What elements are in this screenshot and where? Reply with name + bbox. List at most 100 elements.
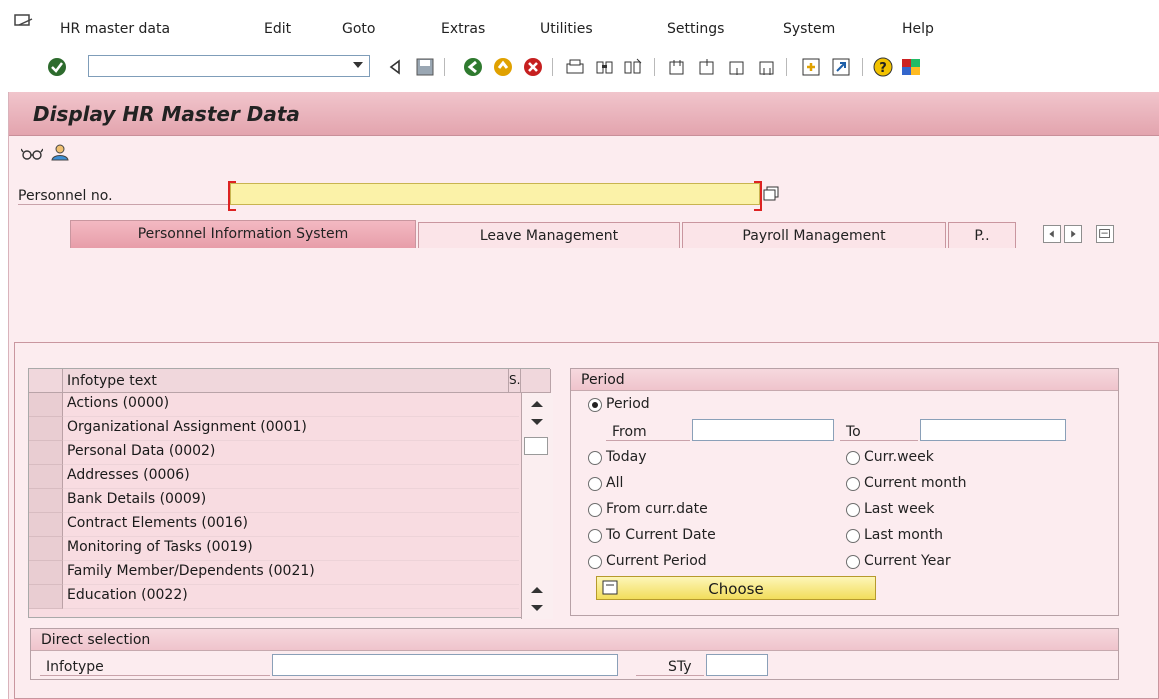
radio-current-month[interactable] [846,477,860,491]
row-selector[interactable] [29,465,63,489]
page-title: Display HR Master Data [33,102,300,126]
row-selector[interactable] [29,393,63,417]
radio-current-period[interactable] [588,555,602,569]
menu-help[interactable]: Help [902,21,934,37]
radio-last-month[interactable] [846,529,860,543]
tab-payroll-management[interactable]: Payroll Management [682,222,946,248]
tab-label: Personnel Information System [137,226,349,242]
row-selector[interactable] [29,585,63,609]
table-row[interactable]: Actions (0000) [63,393,519,417]
tab-more[interactable]: P.. [948,222,1016,248]
column-header-infotype-text[interactable]: Infotype text [63,369,509,393]
next-page-icon[interactable] [726,56,748,78]
subtype-label: STy [668,659,692,675]
scroll-down-icon[interactable] [531,419,543,425]
customize-layout-icon[interactable] [900,56,922,78]
scroll-thumb[interactable] [524,437,548,455]
application-toolbar [9,136,1159,170]
row-selector[interactable] [29,561,63,585]
table-row[interactable]: Addresses (0006) [63,465,519,489]
chevron-down-icon[interactable] [353,62,363,68]
table-row[interactable]: Family Member/Dependents (0021) [63,561,519,585]
shortcut-icon[interactable] [830,56,852,78]
column-settings-header[interactable] [521,369,551,393]
collapse-toolbar-icon[interactable] [384,56,406,78]
tab-scroll-right-icon[interactable] [1064,225,1082,243]
menu-edit[interactable]: Edit [264,21,291,37]
toolbar-separator [654,58,655,76]
to-label: To [846,424,861,440]
label-underline [636,675,704,676]
toolbar-separator [786,58,787,76]
radio-from-curr-date-label: From curr.date [606,501,708,517]
table-row[interactable]: Organizational Assignment (0001) [63,417,519,441]
find-next-icon[interactable] [622,56,644,78]
radio-current-year[interactable] [846,555,860,569]
tab-personnel-information-system[interactable]: Personnel Information System [70,220,416,248]
menu-icon[interactable] [14,14,34,30]
table-row[interactable]: Education (0022) [63,585,519,609]
table-row[interactable]: Personal Data (0002) [63,441,519,465]
menu-settings[interactable]: Settings [667,21,724,37]
menu-utilities[interactable]: Utilities [540,21,593,37]
label-underline [606,440,690,441]
radio-to-current-date-label: To Current Date [606,527,716,543]
menu-system[interactable]: System [783,21,835,37]
scroll-up-icon[interactable] [531,401,543,407]
infotype-input[interactable] [272,654,618,676]
menu-hr-master-data[interactable]: HR master data [60,21,170,37]
display-glasses-icon[interactable] [21,146,43,162]
label-underline [18,204,230,205]
table-scrollbar[interactable] [521,393,553,619]
choose-icon [602,580,618,595]
menu-goto[interactable]: Goto [342,21,375,37]
row-selector[interactable] [29,513,63,537]
page-down-icon[interactable] [531,605,543,611]
command-field[interactable] [88,55,370,77]
enter-checkmark-icon[interactable] [46,56,68,78]
table-row[interactable]: Monitoring of Tasks (0019) [63,537,519,561]
table-row[interactable]: Contract Elements (0016) [63,513,519,537]
radio-today[interactable] [588,451,602,465]
exit-icon[interactable] [492,56,514,78]
previous-page-icon[interactable] [696,56,718,78]
cancel-icon[interactable] [522,56,544,78]
column-header-s[interactable]: S.. [509,369,524,393]
person-icon[interactable] [49,142,71,162]
table-row[interactable]: Bank Details (0009) [63,489,519,513]
tab-list-icon[interactable] [1096,225,1114,243]
tab-leave-management[interactable]: Leave Management [418,222,680,248]
find-icon[interactable] [594,56,616,78]
radio-from-curr-date[interactable] [588,503,602,517]
print-icon[interactable] [564,56,586,78]
save-icon[interactable] [414,56,436,78]
from-date-input[interactable] [692,419,834,441]
possible-entries-icon[interactable] [762,185,780,203]
radio-period[interactable] [588,398,602,412]
tab-scroll-left-icon[interactable] [1043,225,1061,243]
to-date-input[interactable] [920,419,1066,441]
radio-today-label: Today [606,449,647,465]
direct-selection-title: Direct selection [31,629,1118,651]
help-icon[interactable]: ? [872,56,894,78]
personnel-no-input[interactable] [228,181,762,211]
row-selector[interactable] [29,537,63,561]
svg-text:?: ? [879,61,887,76]
choose-button[interactable]: Choose [596,576,876,600]
last-page-icon[interactable] [756,56,778,78]
subtype-input[interactable] [706,654,768,676]
select-all-header[interactable] [29,369,63,393]
row-selector[interactable] [29,489,63,513]
radio-all[interactable] [588,477,602,491]
back-icon[interactable] [462,56,484,78]
row-selector[interactable] [29,417,63,441]
radio-curr-week[interactable] [846,451,860,465]
new-session-icon[interactable] [800,56,822,78]
radio-to-current-date[interactable] [588,529,602,543]
radio-last-week[interactable] [846,503,860,517]
personnel-no-label: Personnel no. [18,188,113,204]
page-up-icon[interactable] [531,587,543,593]
row-selector[interactable] [29,441,63,465]
menu-extras[interactable]: Extras [441,21,485,37]
first-page-icon[interactable] [666,56,688,78]
